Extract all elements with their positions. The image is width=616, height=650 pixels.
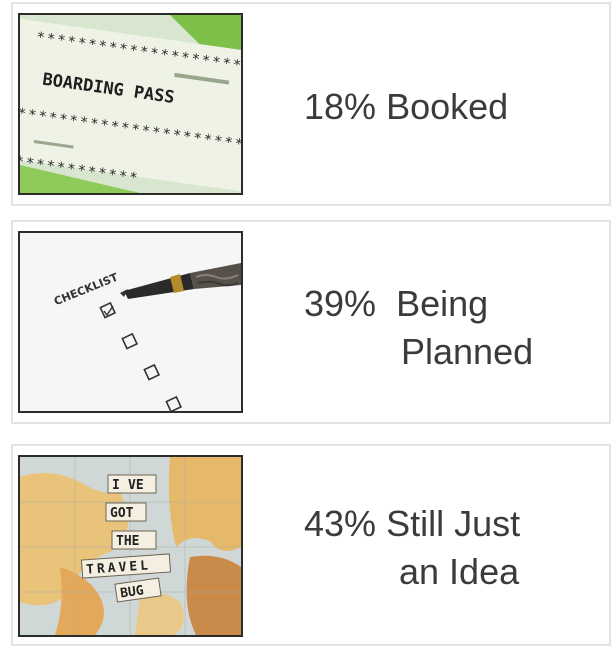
stat-still-just-an-idea: 43% Still Just an Idea [304, 500, 520, 596]
stat-percent: 39% [304, 283, 377, 324]
stat-being-planned: 39% Being Planned [304, 280, 533, 376]
stat-percent: 43% [304, 503, 377, 544]
tile-the: THE [116, 534, 139, 549]
checklist-icon: CHECKLIST [20, 233, 241, 411]
boarding-pass-icon: *************************** ************… [20, 15, 241, 193]
stat-label-line2: Planned [401, 331, 534, 372]
stat-label-line1: Booked [386, 86, 509, 127]
stat-label-line1: Still Just [386, 503, 521, 544]
stat-card-booked: *************************** ************… [11, 2, 611, 206]
stat-percent: 18% [304, 86, 377, 127]
tile-i: I [112, 478, 120, 493]
stat-label-line1: Being [396, 283, 489, 324]
checklist-image: CHECKLIST [18, 231, 243, 413]
stat-card-still-just-an-idea: I VE GOT THE TRAVEL BUG 43% Still Just a… [11, 444, 611, 646]
tile-ve: VE [128, 478, 144, 493]
tile-got: GOT [110, 506, 134, 521]
stat-card-being-planned: CHECKLIST 39% Being Planned [11, 220, 611, 424]
stat-label-line2: an Idea [399, 551, 520, 592]
stat-booked: 18% Booked [304, 83, 508, 131]
travel-map-icon: I VE GOT THE TRAVEL BUG [20, 457, 241, 635]
boarding-pass-image: *************************** ************… [18, 13, 243, 195]
travel-map-image: I VE GOT THE TRAVEL BUG [18, 455, 243, 637]
